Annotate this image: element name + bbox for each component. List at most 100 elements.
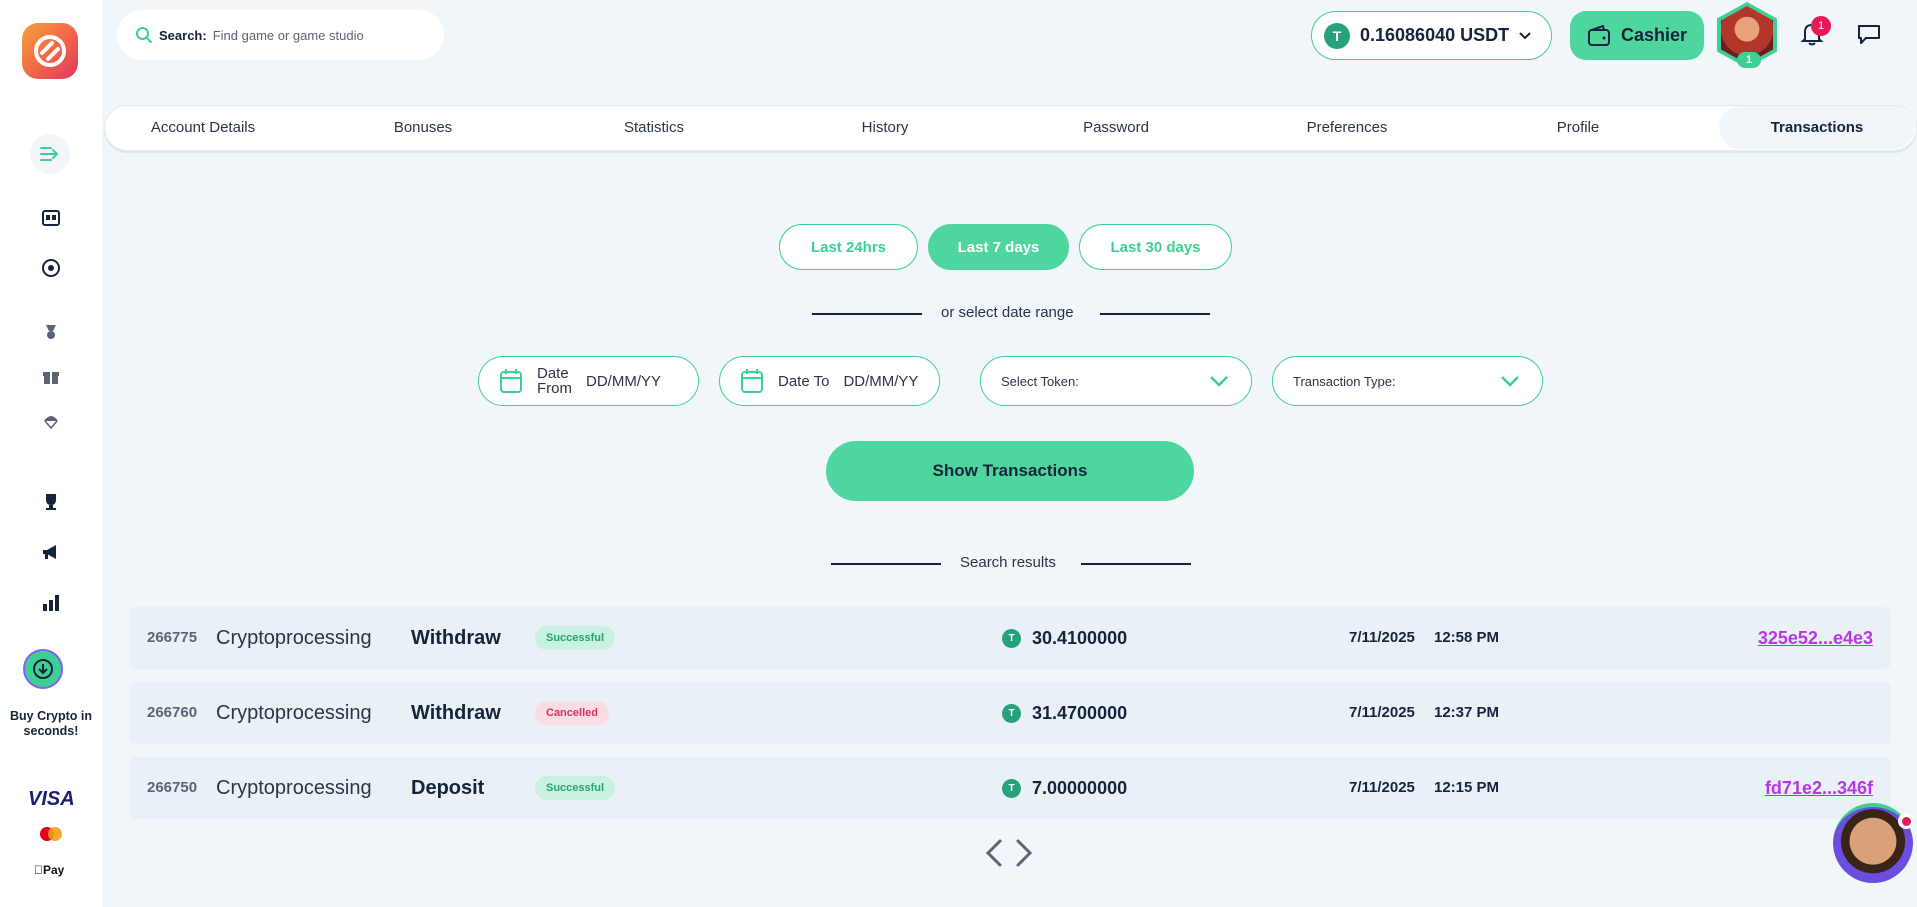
transaction-time: 12:15 PM [1434,779,1500,796]
sidebar-item-bonuses[interactable] [35,361,67,393]
transaction-date: 7/11/2025 [1349,704,1415,721]
pagination [985,838,1033,868]
transaction-processor: Cryptoprocessing [216,627,372,649]
tab-history[interactable]: History [795,106,975,149]
search-results-heading: Search results [960,554,1056,571]
sidebar-item-leaderboard[interactable] [35,587,67,619]
tether-icon: T [1002,779,1021,798]
bar-chart-icon [43,595,59,611]
apple-pay-logo: Pay [34,863,64,877]
previous-page-icon[interactable] [985,838,1003,868]
search-icon [136,27,152,43]
trophy-icon [46,494,56,510]
transaction-id: 266750 [147,779,198,796]
results-divider-left [831,563,941,565]
balance-amount: 0.16086040 USDT [1360,25,1510,45]
status-badge: Successful [535,626,616,650]
buy-crypto-button[interactable] [23,649,63,689]
select-token-dropdown[interactable]: Select Token: [980,356,1252,406]
slot-machine-icon [42,210,60,226]
date-to-label: Date To [778,372,830,390]
date-range-caption: or select date range [941,304,1074,321]
tab-transactions[interactable]: Transactions [1719,106,1915,149]
tab-statistics[interactable]: Statistics [564,106,744,149]
calendar-icon [741,369,763,393]
range-last-24hrs-button[interactable]: Last 24hrs [779,224,918,270]
tab-preferences[interactable]: Preferences [1257,106,1437,149]
sidebar-item-tournaments[interactable] [35,486,67,518]
transaction-id: 266775 [147,629,198,646]
range-last-30-days-button[interactable]: Last 30 days [1079,224,1232,270]
tether-icon: T [1002,704,1021,723]
sidebar-item-promotions[interactable] [35,536,67,568]
status-badge: Cancelled [535,701,609,725]
transaction-hash-link[interactable]: 325e52...e4e3 [1758,607,1873,669]
chevron-down-icon [1501,376,1519,387]
mastercard-icon [40,827,62,841]
tab-bonuses[interactable]: Bonuses [333,106,513,149]
apple-pay-text: Pay [34,863,64,877]
cashier-label: Cashier [1620,25,1688,45]
parachute-icon [44,416,58,430]
chat-bubble-icon [1858,25,1880,44]
tether-icon: T [1324,22,1350,49]
sidebar-item-sports[interactable] [35,252,67,284]
transaction-type: Deposit [411,777,485,799]
show-transactions-button[interactable]: Show Transactions [826,441,1194,501]
transaction-processor: Cryptoprocessing [216,702,372,724]
visa-logo: VISA [28,788,75,810]
account-tabs: Account Details Bonuses Statistics Histo… [104,105,1917,151]
sidebar-item-airdrop[interactable] [35,406,67,438]
cashier-button[interactable]: Cashier [1570,11,1704,60]
transaction-date: 7/11/2025 [1349,779,1415,796]
apple-icon:  [34,863,43,877]
date-from-field[interactable]: Date From DD/MM/YY [478,356,699,406]
transaction-amount: 31.4700000 [1032,703,1128,723]
date-to-field[interactable]: Date To DD/MM/YY [719,356,940,406]
search-placeholder[interactable]: Find game or game studio [213,28,364,43]
sidebar-item-casino[interactable] [35,202,67,234]
transaction-time: 12:37 PM [1434,704,1500,721]
date-from-label-line2: From [537,380,572,397]
search-label: Search: [159,27,207,43]
buy-crypto-text[interactable]: Buy Crypto in seconds! [10,709,92,739]
wallet-icon [1587,24,1610,46]
divider-left [812,313,922,315]
logo[interactable] [22,23,78,79]
transaction-type: Withdraw [411,627,501,649]
soccer-ball-icon [42,259,60,277]
transaction-row: 266775 Cryptoprocessing Withdraw Success… [129,607,1891,669]
transaction-row: 266760 Cryptoprocessing Withdraw Cancell… [129,682,1891,744]
medal-icon [46,325,56,339]
tab-account-details[interactable]: Account Details [105,106,301,149]
avatar[interactable]: 1 [1717,2,1777,68]
search-input[interactable]: Search: Find game or game studio [117,10,444,60]
chevron-down-icon [1210,376,1228,387]
live-support-widget[interactable] [1833,803,1917,907]
transaction-type: Withdraw [411,702,501,724]
range-last-7-days-button[interactable]: Last 7 days [928,224,1069,270]
chat-button[interactable] [1852,17,1886,51]
chevron-down-icon [1519,31,1531,39]
sidebar: Buy Crypto in seconds! VISA Pay [0,0,102,907]
tab-password[interactable]: Password [1026,106,1206,149]
calendar-icon [500,369,522,393]
sidebar-item-rewards[interactable] [35,316,67,348]
transaction-row: 266750 Cryptoprocessing Deposit Successf… [129,757,1891,819]
megaphone-icon [43,545,56,559]
transaction-time: 12:58 PM [1434,629,1500,646]
transaction-type-dropdown[interactable]: Transaction Type: [1272,356,1543,406]
select-token-label: Select Token: [1001,373,1079,389]
sidebar-collapse-button[interactable] [30,134,70,174]
level-badge: 1 [1737,52,1761,68]
date-from-label: Date From [537,366,572,396]
tab-profile[interactable]: Profile [1488,106,1668,149]
wallet-balance-dropdown[interactable]: T 0.16086040 USDT [1311,11,1552,60]
next-page-icon[interactable] [1015,838,1033,868]
transaction-id: 266760 [147,704,198,721]
transaction-date: 7/11/2025 [1349,629,1415,646]
date-from-value: DD/MM/YY [586,372,661,390]
download-icon [33,659,53,679]
transaction-processor: Cryptoprocessing [216,777,372,799]
divider-right [1100,313,1210,315]
